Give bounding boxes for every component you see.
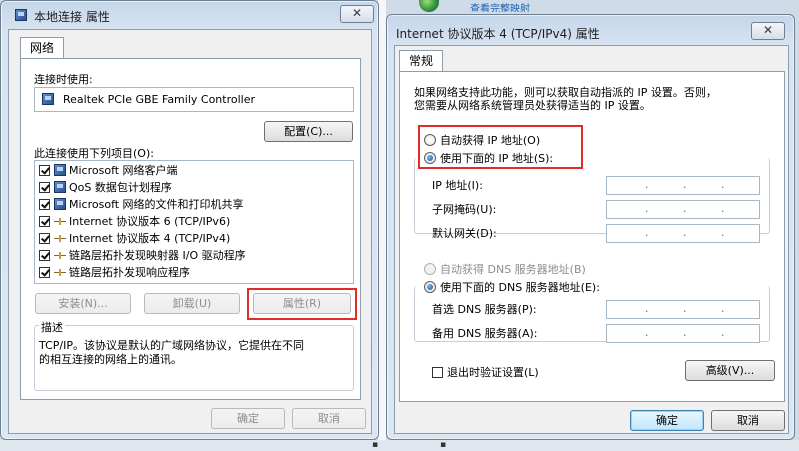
preferred-dns-label: 首选 DNS 服务器(P): bbox=[432, 303, 537, 316]
ip-separator: . bbox=[683, 302, 687, 315]
cancel-button[interactable]: 取消 bbox=[292, 408, 366, 429]
item-checkbox[interactable] bbox=[39, 216, 50, 227]
gateway-input[interactable]: ... bbox=[606, 224, 760, 243]
tab-panel: 如果网络支持此功能，则可以获取自动指派的 IP 设置。否则， 您需要从网络系统管… bbox=[399, 71, 785, 402]
ip-separator: . bbox=[645, 326, 649, 339]
network-icon bbox=[15, 9, 27, 21]
uninstall-button[interactable]: 卸载(U) bbox=[144, 293, 240, 314]
tab-panel: 连接时使用: Realtek PCIe GBE Family Controlle… bbox=[20, 58, 361, 400]
auto-dns-radio[interactable] bbox=[424, 263, 436, 275]
ip-separator: . bbox=[721, 202, 725, 215]
item-label: Microsoft 网络的文件和打印机共享 bbox=[69, 198, 244, 211]
background-fragment-icon: ▪ bbox=[440, 440, 447, 450]
item-label: Microsoft 网络客户端 bbox=[69, 164, 178, 177]
ip-separator: . bbox=[683, 326, 687, 339]
configure-button[interactable]: 配置(C)... bbox=[264, 121, 353, 142]
tab-general[interactable]: 常规 bbox=[399, 50, 444, 72]
globe-icon bbox=[419, 0, 439, 12]
ok-button[interactable]: 确定 bbox=[211, 408, 285, 429]
auto-dns-label: 自动获得 DNS 服务器地址(B) bbox=[440, 263, 586, 276]
background-gap bbox=[378, 0, 386, 451]
list-item[interactable]: Microsoft 网络的文件和打印机共享 bbox=[39, 197, 244, 213]
item-label: Internet 协议版本 4 (TCP/IPv4) bbox=[69, 232, 231, 245]
advanced-button[interactable]: 高级(V)... bbox=[685, 360, 775, 381]
list-item[interactable]: Internet 协议版本 6 (TCP/IPv6) bbox=[39, 214, 230, 230]
ip-separator: . bbox=[683, 202, 687, 215]
list-item[interactable]: QoS 数据包计划程序 bbox=[39, 180, 172, 196]
item-label: 链路层拓扑发现响应程序 bbox=[69, 266, 190, 279]
cancel-button[interactable]: 取消 bbox=[711, 410, 785, 431]
adapter-name: Realtek PCIe GBE Family Controller bbox=[63, 93, 256, 106]
subnet-input[interactable]: ... bbox=[606, 200, 760, 219]
items-label: 此连接使用下列项目(O): bbox=[34, 147, 154, 160]
local-connection-properties-dialog: 本地连接 属性 ✕ 网络 连接时使用: Realtek PCIe GBE Fam… bbox=[0, 0, 379, 440]
close-button[interactable]: ✕ bbox=[340, 5, 374, 23]
close-button[interactable]: ✕ bbox=[751, 22, 785, 40]
ip-separator: . bbox=[645, 302, 649, 315]
install-button[interactable]: 安装(N)... bbox=[35, 293, 131, 314]
title-bar[interactable]: 本地连接 属性 ✕ bbox=[1, 1, 378, 29]
background-fragment-icon: ▪ bbox=[372, 440, 379, 450]
adapter-icon bbox=[42, 93, 54, 105]
file-share-icon bbox=[54, 198, 66, 210]
validate-label: 退出时验证设置(L) bbox=[447, 366, 539, 379]
adapter-field: Realtek PCIe GBE Family Controller bbox=[34, 87, 354, 112]
item-label: QoS 数据包计划程序 bbox=[69, 181, 172, 194]
item-checkbox[interactable] bbox=[39, 233, 50, 244]
ip-address-input[interactable]: ... bbox=[606, 176, 760, 195]
protocol-icon bbox=[54, 215, 66, 227]
components-list[interactable]: Microsoft 网络客户端 QoS 数据包计划程序 Microsoft 网络… bbox=[34, 160, 354, 284]
description-label: 描述 bbox=[39, 319, 65, 335]
dialog-client-area: 常规 如果网络支持此功能，则可以获取自动指派的 IP 设置。否则， 您需要从网络… bbox=[394, 45, 789, 434]
background-bottom-strip: ▪ ▪ bbox=[0, 440, 799, 451]
ok-button[interactable]: 确定 bbox=[630, 410, 704, 431]
item-checkbox[interactable] bbox=[39, 165, 50, 176]
dialog-title: 本地连接 属性 bbox=[34, 10, 110, 24]
highlight-properties bbox=[247, 288, 357, 320]
title-bar[interactable]: Internet 协议版本 4 (TCP/IPv4) 属性 ✕ bbox=[387, 15, 794, 43]
ip-address-label: IP 地址(I): bbox=[432, 179, 483, 192]
ip-separator: . bbox=[645, 202, 649, 215]
preferred-dns-input[interactable]: ... bbox=[606, 300, 760, 319]
dialog-title: Internet 协议版本 4 (TCP/IPv4) 属性 bbox=[396, 27, 600, 41]
tab-network[interactable]: 网络 bbox=[20, 37, 65, 59]
ip-separator: . bbox=[721, 226, 725, 239]
gateway-label: 默认网关(D): bbox=[432, 227, 497, 240]
item-checkbox[interactable] bbox=[39, 199, 50, 210]
list-item[interactable]: Microsoft 网络客户端 bbox=[39, 163, 178, 179]
auto-dns-option[interactable]: 自动获得 DNS 服务器地址(B) bbox=[424, 261, 586, 277]
description-text-line2: 的相互连接的网络上的通讯。 bbox=[39, 353, 182, 366]
subnet-label: 子网掩码(U): bbox=[432, 203, 497, 216]
protocol-icon bbox=[54, 266, 66, 278]
dialog-client-area: 网络 连接时使用: Realtek PCIe GBE Family Contro… bbox=[8, 29, 372, 434]
validate-option[interactable]: 退出时验证设置(L) bbox=[432, 364, 539, 380]
ip-separator: . bbox=[645, 226, 649, 239]
ip-separator: . bbox=[721, 178, 725, 191]
info-line2: 您需要从网络系统管理员处获得适当的 IP 设置。 bbox=[414, 99, 651, 112]
list-item[interactable]: Internet 协议版本 4 (TCP/IPv4) bbox=[39, 231, 230, 247]
list-item[interactable]: 链路层拓扑发现映射器 I/O 驱动程序 bbox=[39, 248, 246, 264]
connect-using-label: 连接时使用: bbox=[34, 73, 93, 86]
network-client-icon bbox=[54, 164, 66, 176]
alternate-dns-label: 备用 DNS 服务器(A): bbox=[432, 327, 538, 340]
qos-icon bbox=[54, 181, 66, 193]
ip-separator: . bbox=[721, 302, 725, 315]
ip-separator: . bbox=[721, 326, 725, 339]
alternate-dns-input[interactable]: ... bbox=[606, 324, 760, 343]
ip-settings-group bbox=[414, 158, 770, 234]
tcpipv4-properties-dialog: Internet 协议版本 4 (TCP/IPv4) 属性 ✕ 常规 如果网络支… bbox=[386, 14, 795, 440]
protocol-icon bbox=[54, 232, 66, 244]
item-checkbox[interactable] bbox=[39, 267, 50, 278]
item-label: 链路层拓扑发现映射器 I/O 驱动程序 bbox=[69, 249, 246, 262]
item-checkbox[interactable] bbox=[39, 182, 50, 193]
ip-separator: . bbox=[645, 178, 649, 191]
item-label: Internet 协议版本 6 (TCP/IPv6) bbox=[69, 215, 231, 228]
list-item[interactable]: 链路层拓扑发现响应程序 bbox=[39, 265, 190, 281]
validate-checkbox[interactable] bbox=[432, 367, 443, 378]
item-checkbox[interactable] bbox=[39, 250, 50, 261]
background-link: 查看完整映射 bbox=[470, 4, 530, 12]
ip-separator: . bbox=[683, 226, 687, 239]
ip-separator: . bbox=[683, 178, 687, 191]
protocol-icon bbox=[54, 249, 66, 261]
